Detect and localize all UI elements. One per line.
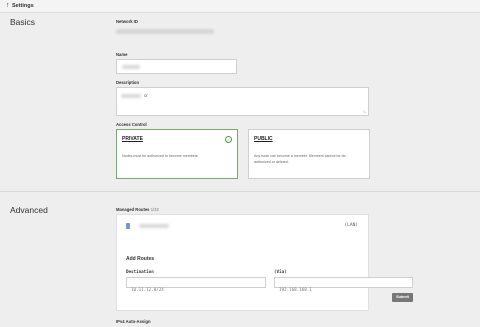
public-title: PUBLIC	[254, 136, 273, 142]
settings-title: Settings	[12, 3, 34, 9]
route-tag: (LAN)	[344, 223, 358, 228]
arrow-up-icon[interactable]: ↑	[6, 0, 10, 12]
description-textarea[interactable]: cr ↘	[116, 87, 369, 116]
trash-icon[interactable]	[126, 223, 130, 229]
network-id-value-redacted	[116, 29, 214, 34]
private-title: PRIVATE	[122, 136, 143, 142]
name-label: Name	[116, 52, 128, 57]
access-public-option[interactable]: PUBLIC Any node can become a member. Mem…	[248, 129, 370, 179]
access-control-label: Access Control	[116, 122, 147, 127]
section-divider	[0, 191, 480, 192]
destination-input[interactable]	[127, 285, 265, 294]
network-id-label: Network ID	[116, 19, 138, 24]
private-description: Nodes must be authorized to become membe…	[122, 154, 198, 158]
name-input[interactable]	[116, 59, 237, 74]
name-value-redacted	[122, 65, 140, 69]
public-description: Any node can become a member. Members ca…	[254, 154, 347, 164]
managed-routes-panel: (LAN) Add Routes Destination (Via) Submi…	[116, 214, 413, 311]
description-label: Description	[116, 80, 140, 85]
submit-button[interactable]: Submit	[392, 293, 413, 302]
check-circle-icon: ✓	[225, 136, 232, 143]
add-routes-title: Add Routes	[126, 256, 155, 262]
description-value-redacted	[121, 94, 141, 98]
settings-header[interactable]: ↑ Settings	[0, 0, 480, 13]
destination-label: Destination	[126, 269, 154, 274]
destination-field[interactable]	[126, 277, 266, 294]
via-field[interactable]	[274, 277, 413, 294]
access-private-option[interactable]: PRIVATE ✓ Nodes must be authorized to be…	[116, 129, 238, 179]
route-target-redacted	[139, 224, 169, 228]
advanced-title: Advanced	[10, 205, 48, 215]
basics-title: Basics	[10, 17, 36, 27]
description-value-suffix: cr	[144, 93, 148, 98]
resize-handle-icon[interactable]: ↘	[363, 109, 366, 114]
managed-routes-label: Managed Routes 1/32	[116, 207, 159, 212]
ipv4-auto-assign-label: IPv4 Auto-Assign	[116, 319, 151, 324]
managed-routes-title: Managed Routes	[116, 207, 150, 212]
managed-routes-count: 1/32	[150, 207, 159, 212]
via-label: (Via)	[274, 269, 287, 274]
